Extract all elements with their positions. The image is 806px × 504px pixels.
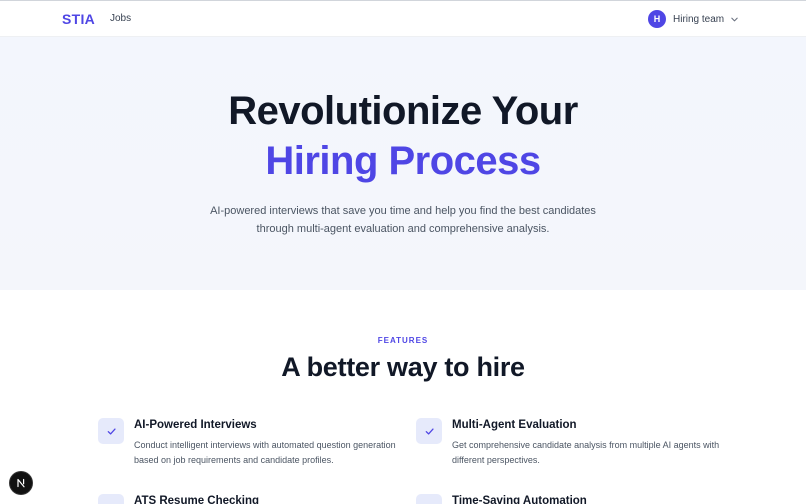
feature-description: Conduct intelligent interviews with auto… (134, 440, 396, 465)
hero-title: Revolutionize Your Hiring Process (0, 86, 806, 186)
features-title: A better way to hire (281, 352, 525, 382)
user-menu[interactable]: H Hiring team (648, 9, 740, 29)
next-logo-icon (17, 478, 25, 488)
check-icon (416, 494, 442, 504)
feature-description: Get comprehensive candidate analysis fro… (452, 440, 720, 465)
feature-title: Time-Saving Automation (452, 495, 587, 504)
check-icon (98, 418, 124, 444)
hero-section: Revolutionize Your Hiring Process AI-pow… (0, 37, 806, 290)
check-icon (98, 494, 124, 504)
nav-link-jobs[interactable]: Jobs (110, 13, 131, 24)
brand-logo[interactable]: STIA (62, 11, 95, 27)
hero-title-line2: Hiring Process (265, 139, 541, 183)
feature-title: ATS Resume Checking (134, 495, 260, 504)
hero-title-line1: Revolutionize Your (228, 89, 578, 133)
user-name: Hiring team (673, 13, 725, 25)
hero-subtitle: AI-powered interviews that save you time… (210, 205, 596, 235)
chevron-down-icon (730, 14, 740, 24)
features-eyebrow: FEATURES (377, 336, 429, 345)
check-icon (416, 418, 442, 444)
features-section: FEATURES A better way to hire AI-Powered… (0, 290, 806, 504)
navbar: STIA Jobs H Hiring team (0, 0, 806, 37)
feature-title: Multi-Agent Evaluation (452, 419, 577, 431)
avatar: H (648, 10, 666, 28)
dev-tools-badge[interactable] (10, 472, 32, 494)
feature-title: AI-Powered Interviews (134, 419, 257, 431)
